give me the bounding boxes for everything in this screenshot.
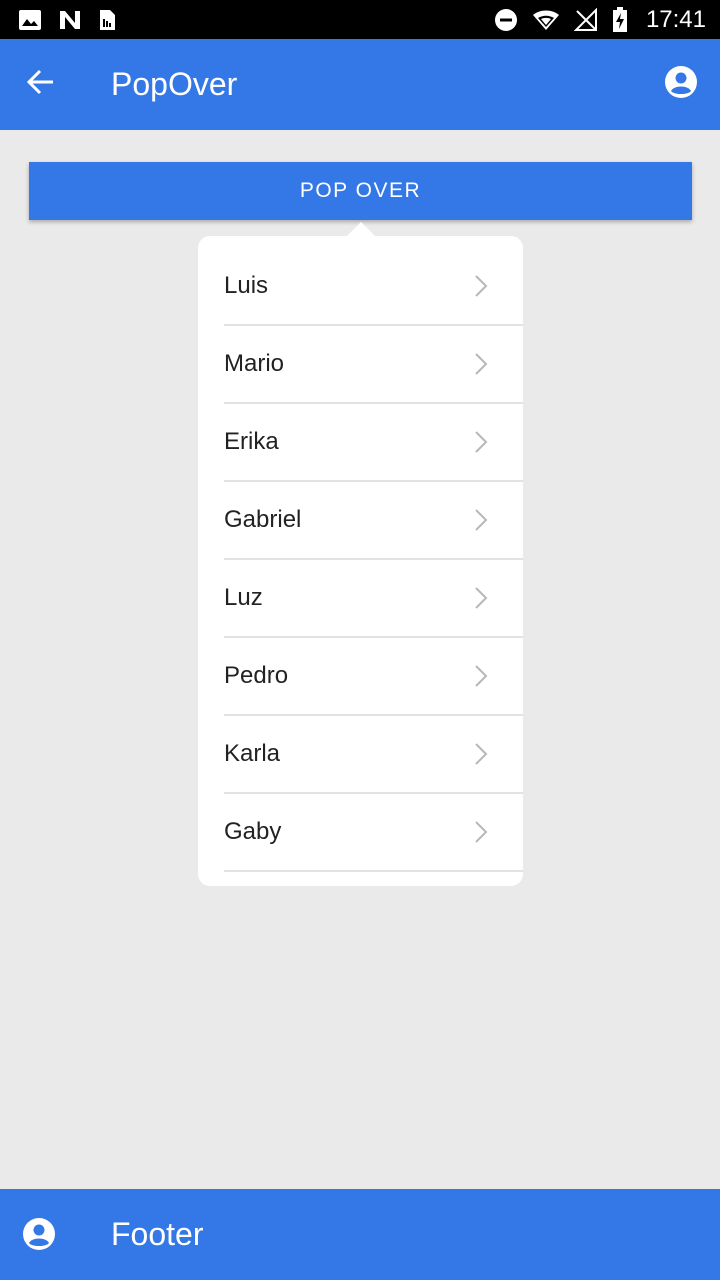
image-icon xyxy=(18,9,42,31)
profile-button[interactable] xyxy=(662,65,700,103)
list-item-label: Gaby xyxy=(224,818,282,845)
wifi-icon xyxy=(532,9,560,31)
account-circle-icon xyxy=(20,1215,58,1253)
do-not-disturb-icon xyxy=(494,8,518,32)
list-item[interactable]: Pedro xyxy=(224,638,523,716)
list-item[interactable]: Karla xyxy=(224,716,523,794)
popover-list: Luis Mario Erika Gabriel Luz Pedro Karla xyxy=(198,236,523,872)
popover-arrow xyxy=(346,222,376,237)
chevron-right-icon xyxy=(473,430,489,454)
list-item[interactable]: Gaby xyxy=(224,794,523,872)
list-item-label: Luis xyxy=(224,272,269,299)
no-signal-icon xyxy=(573,7,598,32)
status-left-icons xyxy=(18,0,116,39)
back-button[interactable] xyxy=(20,64,60,104)
chevron-right-icon xyxy=(473,586,489,610)
list-item[interactable]: Erika xyxy=(224,404,523,482)
arrow-left-icon xyxy=(25,68,55,101)
list-item-label: Pedro xyxy=(224,662,289,689)
chevron-right-icon xyxy=(473,508,489,532)
list-item-label: Mario xyxy=(224,350,285,377)
list-item[interactable]: Luis xyxy=(224,248,523,326)
list-item[interactable]: Luz xyxy=(224,560,523,638)
status-clock: 17:41 xyxy=(645,5,706,33)
pop-over-button[interactable]: POP OVER xyxy=(29,162,692,220)
footer-title: Footer xyxy=(111,1216,204,1252)
status-bar: 17:41 xyxy=(0,0,720,39)
list-item-label: Gabriel xyxy=(224,506,302,533)
battery-charging-icon xyxy=(612,6,628,33)
chevron-right-icon xyxy=(473,664,489,688)
footer: Footer xyxy=(0,1189,720,1280)
chevron-right-icon xyxy=(473,742,489,766)
list-item[interactable]: Gabriel xyxy=(224,482,523,560)
chevron-right-icon xyxy=(473,274,489,298)
popover: Luis Mario Erika Gabriel Luz Pedro Karla xyxy=(198,236,523,886)
sim-card-icon xyxy=(98,8,116,32)
list-item-label: Erika xyxy=(224,428,279,455)
list-item[interactable]: Mario xyxy=(224,326,523,404)
page-title: PopOver xyxy=(111,66,238,102)
list-item-label: Luz xyxy=(224,584,263,611)
account-circle-icon xyxy=(664,65,698,104)
list-item-label: Karla xyxy=(224,740,281,767)
chevron-right-icon xyxy=(473,820,489,844)
n-notification-icon xyxy=(58,9,82,31)
status-right-icons: 17:41 xyxy=(494,0,706,39)
app-bar: PopOver xyxy=(0,39,720,130)
chevron-right-icon xyxy=(473,352,489,376)
